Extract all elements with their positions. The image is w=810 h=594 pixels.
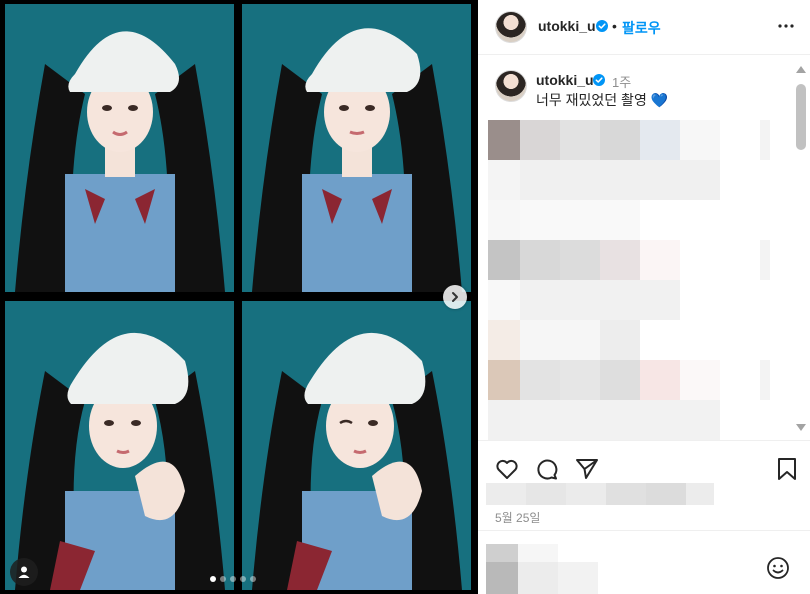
carousel-dot bbox=[210, 576, 216, 582]
caption-text: 너무 재밌었던 촬영 💙 bbox=[536, 90, 668, 110]
carousel-indicator bbox=[210, 576, 256, 582]
add-comment-section bbox=[478, 530, 810, 594]
photo-illustration bbox=[242, 301, 471, 590]
caption-avatar[interactable] bbox=[495, 70, 527, 102]
carousel-next-button[interactable] bbox=[443, 285, 467, 309]
scroll-thumb[interactable] bbox=[796, 84, 806, 150]
author-username[interactable]: utokki_u bbox=[538, 18, 596, 34]
verified-badge-icon bbox=[596, 20, 608, 32]
follow-button[interactable]: 팔로우 bbox=[622, 18, 661, 38]
photo-tile-2 bbox=[242, 4, 471, 292]
chevron-right-icon bbox=[452, 292, 458, 302]
carousel-dot bbox=[250, 576, 256, 582]
photo-illustration bbox=[5, 4, 234, 292]
caption-username[interactable]: utokki_u bbox=[536, 72, 594, 88]
caption-body: 너무 재밌었던 촬영 bbox=[536, 92, 647, 108]
post-date[interactable]: 5월 25일 bbox=[495, 509, 540, 526]
scroll-up-arrow[interactable] bbox=[796, 66, 806, 73]
comment-icon[interactable] bbox=[534, 456, 560, 482]
smiley-icon[interactable] bbox=[765, 555, 791, 581]
carousel-dot bbox=[230, 576, 236, 582]
verified-badge-icon bbox=[593, 74, 605, 86]
tagged-users-button[interactable] bbox=[10, 558, 38, 586]
comments-list bbox=[488, 120, 770, 440]
separator: • bbox=[612, 18, 617, 34]
carousel-dot bbox=[220, 576, 226, 582]
photo-tile-3 bbox=[5, 301, 234, 590]
post-details-panel: utokki_u • 팔로우 utokki_u 1주 너무 재밌었던 촬영 💙 bbox=[478, 0, 810, 594]
carousel-dot bbox=[240, 576, 246, 582]
post-header: utokki_u • 팔로우 bbox=[478, 0, 810, 55]
send-icon[interactable] bbox=[574, 456, 600, 482]
caption-emoji: 💙 bbox=[650, 92, 669, 108]
user-icon bbox=[18, 566, 30, 578]
bookmark-icon[interactable] bbox=[774, 456, 800, 482]
scroll-down-arrow[interactable] bbox=[796, 424, 806, 431]
avatar[interactable] bbox=[495, 11, 527, 43]
photo-illustration bbox=[5, 301, 234, 590]
heart-icon[interactable] bbox=[494, 456, 520, 482]
post-time-ago[interactable]: 1주 bbox=[612, 72, 631, 91]
photo-illustration bbox=[242, 4, 471, 292]
likes-count[interactable] bbox=[486, 483, 714, 505]
more-horizontal-icon bbox=[778, 24, 794, 28]
comment-input[interactable] bbox=[486, 544, 606, 594]
more-options-button[interactable] bbox=[774, 14, 798, 38]
photo-tile-1 bbox=[5, 4, 234, 292]
photo-grid bbox=[0, 0, 478, 594]
photo-tile-4 bbox=[242, 301, 471, 590]
post-media[interactable] bbox=[0, 0, 478, 594]
comments-scrollbar[interactable] bbox=[794, 62, 808, 436]
